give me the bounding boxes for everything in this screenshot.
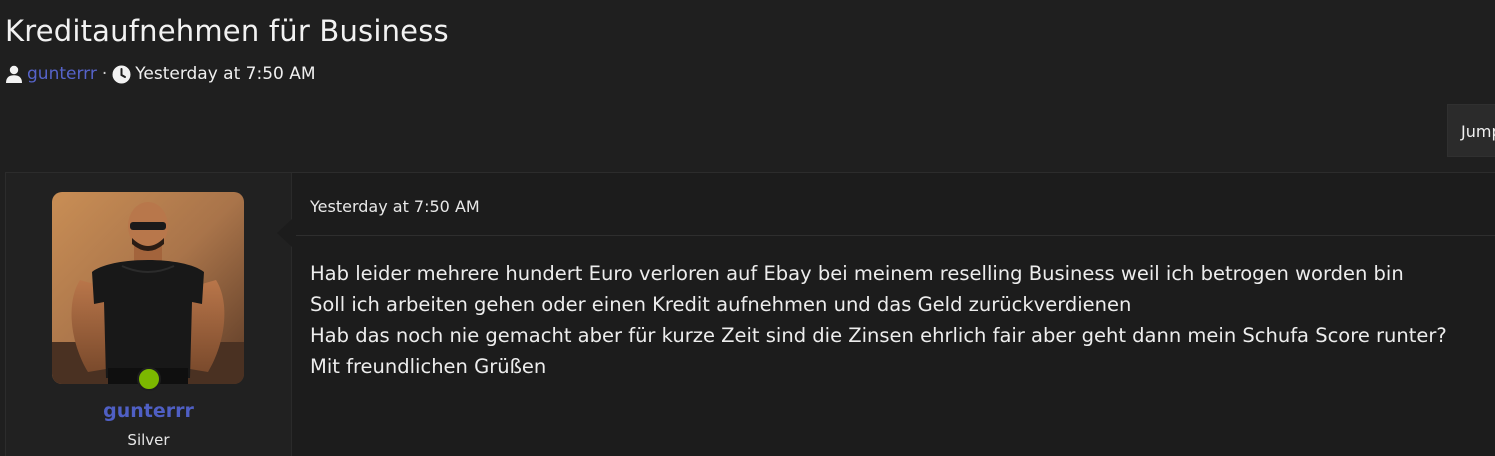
avatar[interactable] <box>52 192 244 384</box>
online-status-indicator <box>137 367 161 391</box>
post-arrow <box>277 219 292 247</box>
post-header-divider <box>296 235 1495 236</box>
thread-date[interactable]: Yesterday at 7:50 AM <box>135 64 315 84</box>
post-line: Hab das noch nie gemacht aber für kurze … <box>310 324 1447 347</box>
post-user-panel: gunterrr Silver <box>6 173 292 456</box>
post: gunterrr Silver Yesterday at 7:50 AM Hab… <box>5 172 1495 456</box>
post-line: Mit freundlichen Grüßen <box>310 355 547 378</box>
post-username[interactable]: gunterrr <box>6 400 291 422</box>
post-body: Hab leider mehrere hundert Euro verloren… <box>310 258 1447 382</box>
thread-page: Kreditaufnehmen für Business gunterrr · … <box>0 0 1495 456</box>
clock-icon <box>112 65 131 84</box>
meta-separator: · <box>101 64 108 84</box>
thread-author-link[interactable]: gunterrr <box>27 64 97 84</box>
thread-title: Kreditaufnehmen für Business <box>5 14 449 48</box>
thread-meta: gunterrr · Yesterday at 7:50 AM <box>5 64 316 84</box>
post-line: Soll ich arbeiten gehen oder einen Kredi… <box>310 293 1132 316</box>
user-icon <box>5 65 23 83</box>
user-title: Silver <box>127 431 170 449</box>
post-date[interactable]: Yesterday at 7:50 AM <box>310 197 480 216</box>
post-line: Hab leider mehrere hundert Euro verloren… <box>310 262 1404 285</box>
jump-to-new-button[interactable]: Jump <box>1447 104 1495 157</box>
